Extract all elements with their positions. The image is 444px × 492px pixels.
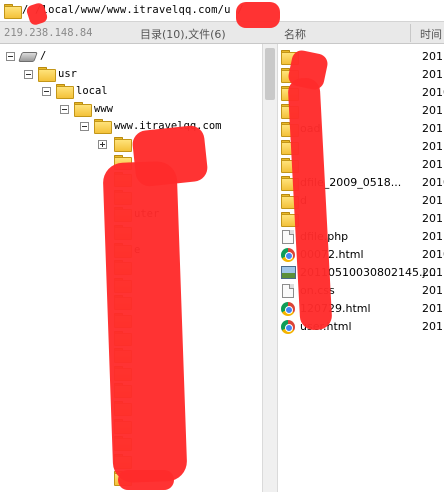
tree-node-label: local (76, 85, 108, 98)
column-header-time[interactable]: 时间 (420, 26, 442, 42)
tree-scrollbar[interactable] (262, 44, 278, 492)
chrome-icon (281, 248, 296, 262)
tree-node-label: usr (58, 67, 77, 80)
drive-icon (18, 49, 38, 63)
collapse-icon[interactable] (6, 52, 15, 61)
file-date: 2011 (422, 122, 444, 135)
file-date: 2011 (422, 50, 444, 63)
folder-icon (4, 4, 22, 19)
collapse-icon[interactable] (80, 122, 89, 132)
file-date: 2011 (422, 266, 444, 279)
file-date: 2010 (422, 86, 444, 99)
header-row: 219.238.148.84 目录(10),文件(6) 名称 时间 (0, 22, 444, 44)
directory-summary: 目录(10),文件(6) (140, 28, 226, 41)
folder-icon (38, 66, 56, 82)
folder-icon (56, 84, 74, 100)
file-date: 2010 (422, 248, 444, 261)
collapse-icon[interactable] (24, 69, 33, 79)
current-path[interactable]: / /local/www/www.itravelqq.com/u / (22, 4, 244, 16)
chrome-icon (281, 320, 296, 334)
chrome-icon (281, 302, 296, 316)
collapse-icon[interactable] (42, 87, 51, 97)
folder-icon (94, 119, 112, 135)
doc-icon (281, 284, 296, 298)
expand-icon[interactable] (98, 140, 107, 149)
file-date: 2011 (422, 230, 444, 243)
file-date: 2011 (422, 302, 444, 315)
folder-icon (114, 137, 132, 152)
file-date: 2011 (422, 194, 444, 207)
folder-icon (74, 101, 92, 117)
redaction-mark (102, 160, 188, 484)
redaction-mark (236, 2, 280, 28)
redaction-mark (118, 470, 174, 490)
tree-node-label: www (94, 102, 113, 115)
server-address: 219.238.148.84 (4, 27, 93, 39)
doc-icon (281, 230, 296, 244)
tree-node-label: / (40, 50, 47, 62)
file-date: 2011 (422, 104, 444, 117)
scrollbar-thumb[interactable] (265, 48, 275, 100)
file-date: 2011 (422, 212, 444, 225)
collapse-icon[interactable] (60, 104, 69, 114)
file-date: 2011 (422, 68, 444, 81)
file-date: 2011 (422, 158, 444, 171)
file-date: 2011 (422, 320, 444, 333)
file-date: 2010 (422, 176, 444, 189)
column-separator[interactable] (410, 24, 411, 42)
column-header-name[interactable]: 名称 (284, 26, 306, 42)
file-date: 2011 (422, 140, 444, 153)
image-icon (281, 266, 296, 280)
path-bar[interactable]: / /local/www/www.itravelqq.com/u / (0, 0, 444, 22)
file-date: 2011 (422, 284, 444, 297)
